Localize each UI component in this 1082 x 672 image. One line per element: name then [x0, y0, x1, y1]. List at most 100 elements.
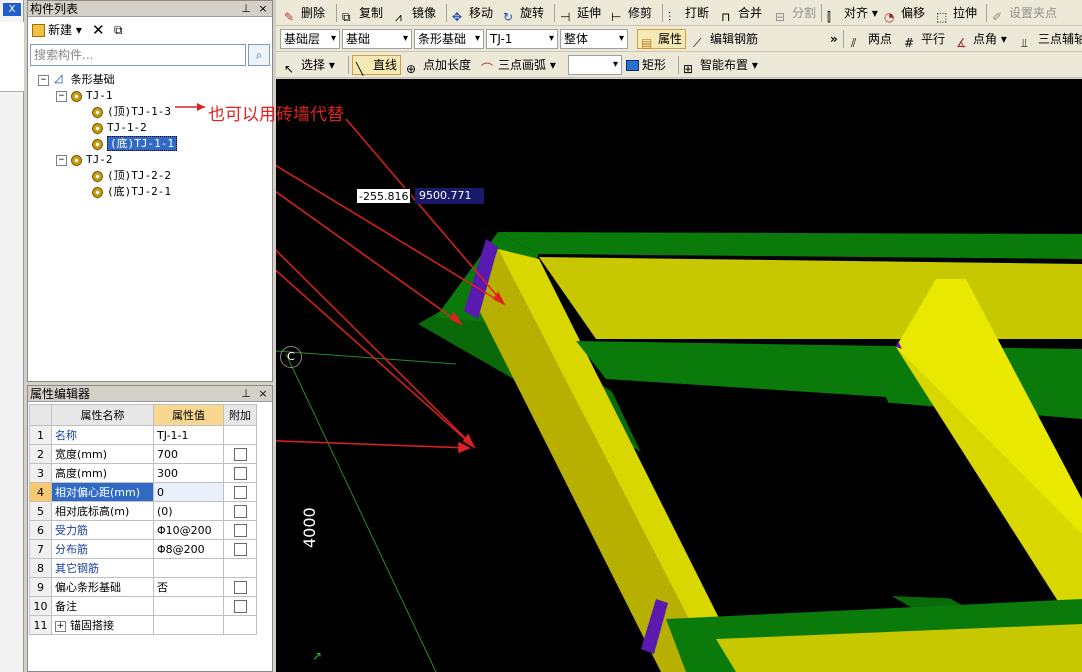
- category-select[interactable]: 基础: [342, 29, 412, 49]
- split-button[interactable]: ⊟ 分割: [775, 4, 816, 24]
- property-value[interactable]: TJ-1-1: [153, 425, 224, 445]
- rotate-button[interactable]: ↻ 旋转: [503, 4, 544, 24]
- search-icon[interactable]: ⌕: [248, 44, 270, 66]
- new-label: 新建: [48, 23, 73, 37]
- tree-group[interactable]: − TJ-1: [56, 88, 113, 104]
- delete-button[interactable]: ✎ 删除: [284, 4, 325, 24]
- property-value[interactable]: 否: [153, 577, 224, 597]
- collapse-icon[interactable]: −: [38, 74, 49, 86]
- property-value[interactable]: Φ8@200: [153, 539, 224, 559]
- extra-checkbox[interactable]: [233, 466, 247, 480]
- arc-option-select[interactable]: [568, 55, 622, 75]
- extra-checkbox[interactable]: [233, 447, 247, 461]
- close-icon[interactable]: ×: [255, 386, 271, 402]
- property-value[interactable]: 300: [153, 463, 224, 483]
- part-select[interactable]: 整体: [560, 29, 628, 49]
- property-row[interactable]: 6 受力筋 Φ10@200: [29, 520, 257, 540]
- type-select[interactable]: 条形基础: [414, 29, 484, 49]
- tree-item[interactable]: (顶)TJ-1-3: [92, 104, 171, 120]
- extra-cell[interactable]: [223, 596, 257, 616]
- edit-rebar-button[interactable]: ⟋ 编辑钢筋: [693, 30, 758, 50]
- property-row[interactable]: 9 偏心条形基础 否: [29, 577, 257, 597]
- parallel-button[interactable]: # 平行: [904, 30, 945, 50]
- extra-cell[interactable]: [223, 520, 257, 540]
- mirror-button[interactable]: ⩘ 镜像: [395, 4, 436, 24]
- tree-item[interactable]: (顶)TJ-2-2: [92, 168, 171, 184]
- close-icon[interactable]: ×: [255, 1, 271, 17]
- delete-icon[interactable]: ✕: [92, 20, 105, 40]
- break-button[interactable]: ⫶ 打断: [668, 4, 709, 24]
- property-row[interactable]: 7 分布筋 Φ8@200: [29, 539, 257, 559]
- extra-cell[interactable]: [223, 444, 257, 464]
- collapse-icon[interactable]: −: [56, 154, 67, 166]
- rectangle-button[interactable]: 矩形: [626, 56, 666, 74]
- stretch-button[interactable]: ⬚ 拉伸: [936, 4, 977, 24]
- copy-button[interactable]: ⧉ 复制: [342, 4, 383, 24]
- property-row[interactable]: 10 备注: [29, 596, 257, 616]
- tree-item-selected[interactable]: (底)TJ-1-1: [92, 136, 177, 152]
- collapse-icon[interactable]: −: [56, 90, 67, 102]
- panel-title-label: 构件列表: [30, 2, 79, 16]
- extra-cell[interactable]: [223, 539, 257, 559]
- pin-icon[interactable]: ⊥: [238, 386, 254, 402]
- property-row[interactable]: 4 相对偏心距(mm) 0: [29, 482, 257, 502]
- set-grip-button[interactable]: ✐ 设置夹点: [992, 4, 1057, 24]
- property-value[interactable]: 0: [153, 482, 224, 502]
- property-row[interactable]: 8 其它钢筋: [29, 558, 257, 578]
- coord-x-input[interactable]: -255.816: [356, 188, 411, 204]
- property-row[interactable]: 2 宽度(mm) 700: [29, 444, 257, 464]
- smart-layout-button[interactable]: ⊞ 智能布置 ▾: [683, 56, 758, 76]
- new-button[interactable]: 新建 ▾: [32, 20, 82, 40]
- point-length-button[interactable]: ⊕ 点加长度: [406, 56, 471, 76]
- extra-checkbox[interactable]: [233, 580, 247, 594]
- property-row[interactable]: 5 相对底标高(m) (0): [29, 501, 257, 521]
- property-value[interactable]: Φ10@200: [153, 520, 224, 540]
- property-row[interactable]: 3 高度(mm) 300: [29, 463, 257, 483]
- property-value[interactable]: [153, 596, 224, 616]
- align-button[interactable]: ⫿ 对齐 ▾: [827, 4, 878, 24]
- property-row[interactable]: 1 名称 TJ-1-1: [29, 425, 257, 445]
- move-button[interactable]: ✥ 移动: [452, 4, 493, 24]
- property-editor-panel: 属性编辑器 ⊥ × 属性名称 属性值 附加 1 名称 TJ-1-1 2 宽度(mm) 70…: [27, 385, 273, 672]
- select-button[interactable]: ↖ 选择 ▾: [284, 56, 335, 76]
- merge-button[interactable]: ⊓ 合并: [721, 4, 762, 24]
- property-value[interactable]: (0): [153, 501, 224, 521]
- extra-cell[interactable]: [223, 577, 257, 597]
- overflow-chevron-icon[interactable]: »: [830, 30, 838, 48]
- tree-root[interactable]: − ⊿ 条形基础: [38, 72, 115, 88]
- extra-checkbox[interactable]: [233, 485, 247, 499]
- trim-icon: ⊢: [611, 9, 622, 24]
- extra-cell[interactable]: [223, 463, 257, 483]
- tree-item[interactable]: (底)TJ-2-1: [92, 184, 171, 200]
- search-input[interactable]: 搜索构件...: [30, 44, 246, 66]
- tree-item[interactable]: TJ-1-2: [92, 120, 147, 136]
- property-value[interactable]: [153, 558, 224, 578]
- extra-checkbox[interactable]: [233, 523, 247, 537]
- extend-button[interactable]: ⊣ 延伸: [560, 4, 601, 24]
- extra-checkbox[interactable]: [233, 504, 247, 518]
- copy-icon[interactable]: ⧉: [114, 20, 123, 40]
- property-value[interactable]: 700: [153, 444, 224, 464]
- expand-icon[interactable]: +: [55, 620, 66, 632]
- three-point-aux-button[interactable]: ⫫ 三点辅轴: [1021, 30, 1082, 50]
- extra-checkbox[interactable]: [233, 599, 247, 613]
- floor-select[interactable]: 基础层: [280, 29, 340, 49]
- property-button[interactable]: ▤ 属性: [637, 29, 687, 50]
- three-point-arc-button[interactable]: ⌒ 三点画弧 ▾: [481, 56, 556, 76]
- extra-cell[interactable]: [223, 501, 257, 521]
- trim-button[interactable]: ⊢ 修剪: [611, 4, 652, 24]
- pin-icon[interactable]: ⊥: [238, 1, 254, 17]
- extra-checkbox[interactable]: [233, 542, 247, 556]
- tree-group[interactable]: − TJ-2: [56, 152, 113, 168]
- offset-button[interactable]: ◔ 偏移: [884, 4, 925, 24]
- line-button[interactable]: ╲ 直线: [352, 55, 402, 76]
- two-point-button[interactable]: ⫽ 两点: [851, 30, 892, 50]
- coord-y-input[interactable]: 9500.771: [415, 188, 484, 204]
- point-angle-button[interactable]: ∡ 点角 ▾: [956, 30, 1007, 50]
- strip-close-button[interactable]: X: [3, 3, 21, 16]
- component-select[interactable]: TJ-1: [486, 29, 558, 49]
- property-row[interactable]: 11 + 锚固搭接: [29, 615, 257, 635]
- extra-cell[interactable]: [223, 482, 257, 502]
- property-value[interactable]: [153, 615, 224, 635]
- 3d-viewport[interactable]: -255.816 9500.771 4000 C ↗: [276, 79, 1082, 672]
